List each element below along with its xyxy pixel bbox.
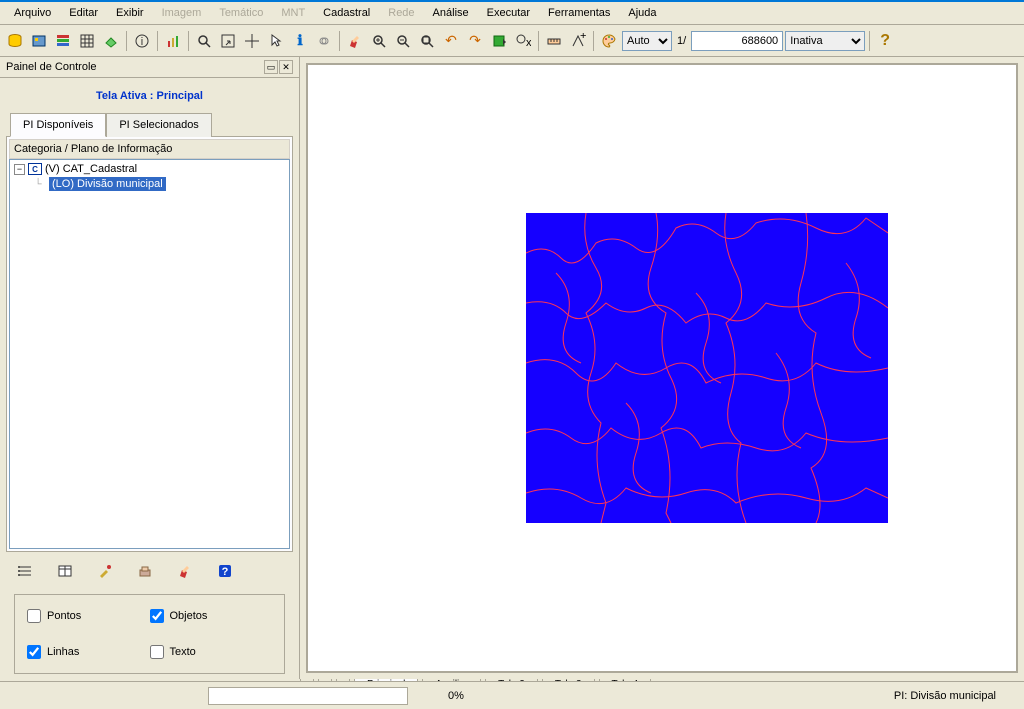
link-icon[interactable]: [313, 30, 335, 52]
menu-ajuda[interactable]: Ajuda: [620, 5, 664, 21]
checkbox-objetos[interactable]: Objetos: [150, 609, 273, 623]
eraser-icon[interactable]: [100, 30, 122, 52]
progress-box: [208, 687, 408, 705]
menu-exibir[interactable]: Exibir: [108, 5, 152, 21]
grid-icon[interactable]: [76, 30, 98, 52]
tree-category-row[interactable]: − C (V) CAT_Cadastral: [12, 162, 287, 176]
map-area: [300, 57, 1024, 679]
panel-undock-button[interactable]: ▭: [264, 60, 278, 74]
tools-icon[interactable]: [94, 560, 116, 582]
layer-tree[interactable]: − C (V) CAT_Cadastral └ (LO) Divisão mun…: [9, 159, 290, 549]
pointer-icon[interactable]: [265, 30, 287, 52]
zoom-extent-icon[interactable]: [416, 30, 438, 52]
layers-icon[interactable]: [52, 30, 74, 52]
list-icon[interactable]: [14, 560, 36, 582]
map-canvas[interactable]: [306, 63, 1018, 673]
tab-pi-disponiveis[interactable]: PI Disponíveis: [10, 113, 106, 137]
control-panel-header: Painel de Controle ▭ ✕: [0, 57, 299, 78]
tab-pi-selecionados[interactable]: PI Selecionados: [106, 113, 212, 137]
project-icon[interactable]: [28, 30, 50, 52]
svg-text:+: +: [580, 33, 586, 42]
menu-ferramentas[interactable]: Ferramentas: [540, 5, 618, 21]
help-icon[interactable]: ?: [874, 30, 896, 52]
active-screen-label: Tela Ativa : Principal: [6, 84, 293, 112]
menu-analise[interactable]: Análise: [425, 5, 477, 21]
menu-arquivo[interactable]: Arquivo: [6, 5, 59, 21]
scale1-icon[interactable]: x1: [512, 30, 534, 52]
map-display: [526, 213, 888, 523]
tree-layer-row[interactable]: └ (LO) Divisão municipal: [12, 176, 287, 192]
panel-toolbar: ?: [6, 552, 293, 590]
svg-text:i: i: [141, 36, 143, 48]
palette-icon[interactable]: [598, 30, 620, 52]
pan-icon[interactable]: [241, 30, 263, 52]
menu-mnt: MNT: [273, 5, 313, 21]
menu-rede: Rede: [380, 5, 422, 21]
scale-input[interactable]: [691, 31, 783, 51]
inativa-select[interactable]: Inativa: [785, 31, 865, 51]
tree-category-label: (V) CAT_Cadastral: [45, 163, 137, 175]
database-icon[interactable]: [4, 30, 26, 52]
edit-icon[interactable]: [174, 560, 196, 582]
panel-close-button[interactable]: ✕: [279, 60, 293, 74]
redo-icon[interactable]: ↷: [464, 30, 486, 52]
measure-icon[interactable]: +: [567, 30, 589, 52]
status-pi-info: PI: Divisão municipal: [894, 690, 1016, 702]
info-icon[interactable]: i: [131, 30, 153, 52]
control-panel: Painel de Controle ▭ ✕ Tela Ativa : Prin…: [0, 57, 300, 679]
control-panel-title: Painel de Controle: [6, 61, 97, 73]
zoom-window-icon[interactable]: [217, 30, 239, 52]
scale-prefix-label: 1/: [674, 35, 689, 47]
tree-connector-icon: └: [30, 179, 46, 190]
menu-cadastral[interactable]: Cadastral: [315, 5, 378, 21]
info2-icon[interactable]: ℹ: [289, 30, 311, 52]
status-bar: 0% PI: Divisão municipal: [0, 681, 1024, 709]
undo-icon[interactable]: ↶: [440, 30, 462, 52]
chart-icon[interactable]: [162, 30, 184, 52]
menu-bar: Arquivo Editar Exibir Imagem Temático MN…: [0, 2, 1024, 25]
display-options: Pontos Objetos Linhas Texto: [14, 594, 285, 674]
menu-executar[interactable]: Executar: [479, 5, 538, 21]
panel-help-icon[interactable]: ?: [214, 560, 236, 582]
tree-expand-icon[interactable]: −: [14, 164, 25, 175]
svg-text:x1: x1: [526, 37, 531, 49]
group-icon[interactable]: [134, 560, 156, 582]
category-icon: C: [28, 163, 42, 175]
menu-editar[interactable]: Editar: [61, 5, 106, 21]
checkbox-linhas[interactable]: Linhas: [27, 645, 150, 659]
tree-header: Categoria / Plano de Informação: [9, 139, 290, 159]
zoom-icon[interactable]: [193, 30, 215, 52]
main-toolbar: i ℹ ↶ ↷ x1 + Auto 1/ Inativa ?: [0, 25, 1024, 57]
progress-percent: 0%: [448, 690, 464, 702]
svg-text:?: ?: [222, 566, 229, 578]
menu-imagem: Imagem: [154, 5, 210, 21]
pencil-icon[interactable]: [344, 30, 366, 52]
draw-icon[interactable]: [488, 30, 510, 52]
auto-select[interactable]: Auto: [622, 31, 672, 51]
table-icon[interactable]: [54, 560, 76, 582]
ruler-icon[interactable]: [543, 30, 565, 52]
zoom-in-icon[interactable]: [368, 30, 390, 52]
zoom-out-icon[interactable]: [392, 30, 414, 52]
checkbox-texto[interactable]: Texto: [150, 645, 273, 659]
menu-tematico: Temático: [211, 5, 271, 21]
tree-layer-label: (LO) Divisão municipal: [49, 177, 166, 191]
checkbox-pontos[interactable]: Pontos: [27, 609, 150, 623]
